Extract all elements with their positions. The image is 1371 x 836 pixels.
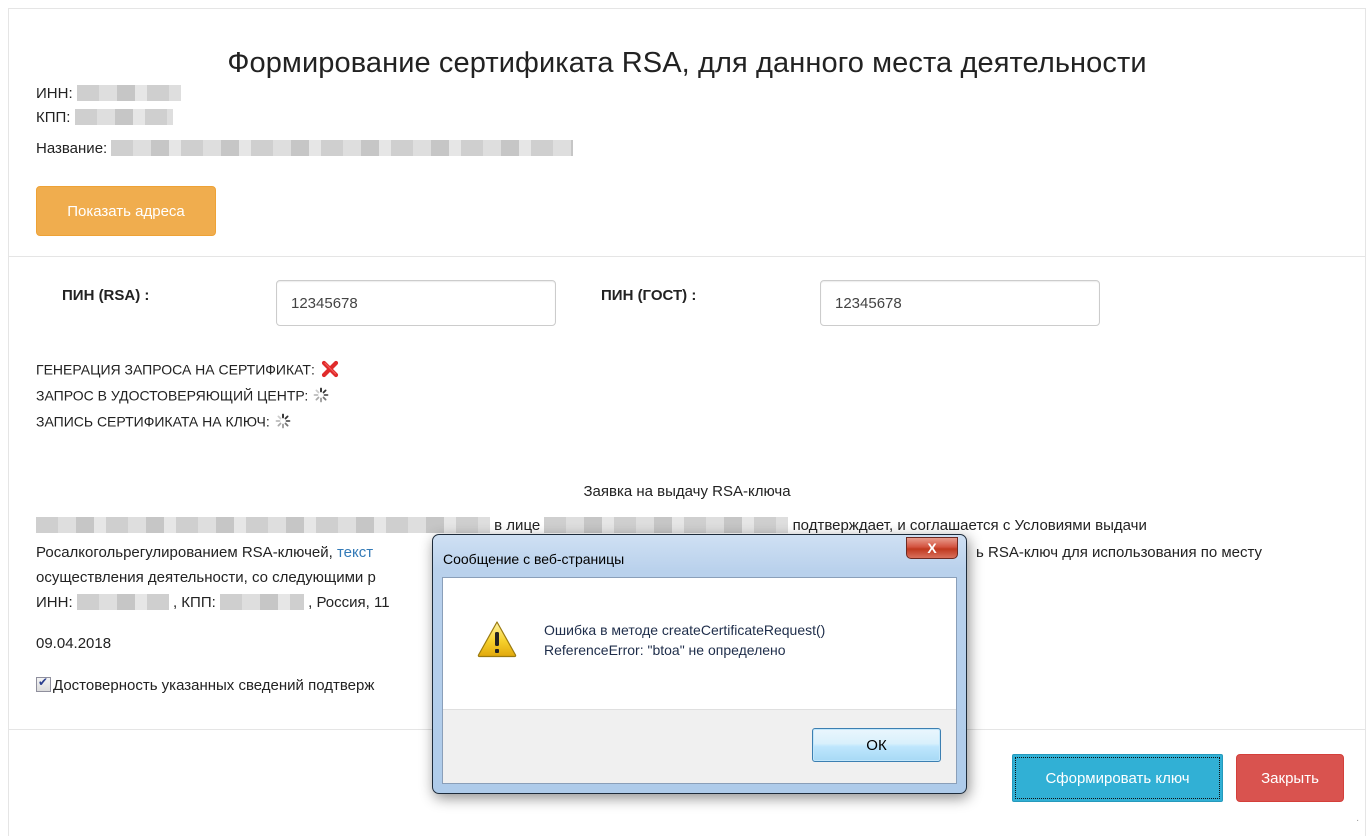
name-row: Название: <box>36 140 574 157</box>
dialog-footer: ОК <box>443 709 956 783</box>
redacted-person <box>544 517 789 533</box>
confirm-checkbox[interactable] <box>36 675 51 692</box>
page-title: Формирование сертификата RSA, для данног… <box>227 47 1147 79</box>
confirm-row: Достоверность указанных сведений подтвер… <box>36 675 375 694</box>
inn-label: ИНН: <box>36 85 73 102</box>
close-button[interactable]: Закрыть <box>1236 754 1344 802</box>
application-heading: Заявка на выдачу RSA-ключа <box>583 483 791 500</box>
loading-spinner-icon <box>275 413 291 429</box>
application-date: 09.04.2018 <box>36 635 112 652</box>
dialog-message-line-2: ReferenceError: "btoa" не определено <box>544 642 786 658</box>
application-line-4: ИНН: , КПП: , Россия, 11 <box>36 594 390 611</box>
error-icon <box>321 361 338 378</box>
warning-icon <box>477 621 517 658</box>
application-line-1: в лице подтверждает, и соглашается с Усл… <box>36 517 1147 534</box>
pin-gost-label: ПИН (ГОСТ) : <box>601 287 697 304</box>
application-inn-label: ИНН: <box>36 594 73 611</box>
kpp-label: КПП: <box>36 109 71 126</box>
application-agrees-text: подтверждает, и соглашается с Условиями … <box>792 517 1147 534</box>
pin-rsa-input[interactable]: 12345678 <box>276 280 556 326</box>
application-address: , Россия, 11 <box>308 594 390 611</box>
error-dialog: Сообщение с веб-страницы X Ошибка в мето… <box>432 534 967 794</box>
loading-spinner-icon <box>313 387 329 403</box>
status-request-label: ЗАПРОС В УДОСТОВЕРЯЮЩИЙ ЦЕНТР: <box>36 387 309 404</box>
redacted-kpp <box>74 109 173 125</box>
show-addresses-button[interactable]: Показать адреса <box>36 186 216 236</box>
status-request: ЗАПРОС В УДОСТОВЕРЯЮЩИЙ ЦЕНТР: <box>36 386 329 403</box>
close-icon: X <box>927 540 937 556</box>
redacted-organization <box>36 517 490 533</box>
application-regulator-text: Росалкогольрегулированием RSA-ключей, <box>36 544 333 561</box>
dialog-close-button[interactable]: X <box>906 537 958 559</box>
dialog-body: Ошибка в методе createCertificateRequest… <box>442 577 957 784</box>
generate-key-button[interactable]: Сформировать ключ <box>1012 754 1223 802</box>
terms-text-link[interactable]: текст <box>337 544 373 561</box>
status-generation: ГЕНЕРАЦИЯ ЗАПРОСА НА СЕРТИФИКАТ: <box>36 360 339 378</box>
dialog-ok-button[interactable]: ОК <box>812 728 941 762</box>
pin-rsa-label: ПИН (RSA) : <box>62 287 150 304</box>
kpp-row: КПП: <box>36 109 173 126</box>
application-line-2-end: ь RSA-ключ для использования по месту <box>976 544 1263 561</box>
dialog-message: Ошибка в методе createCertificateRequest… <box>544 620 825 660</box>
dialog-message-line-1: Ошибка в методе createCertificateRequest… <box>544 622 826 638</box>
redacted-name <box>111 140 574 156</box>
application-in-person: в лице <box>494 517 541 534</box>
status-write-label: ЗАПИСЬ СЕРТИФИКАТА НА КЛЮЧ: <box>36 413 270 430</box>
divider <box>9 256 1365 257</box>
dialog-title: Сообщение с веб-страницы <box>443 551 625 567</box>
application-line-3: осуществления деятельности, со следующим… <box>36 569 376 586</box>
pin-gost-input[interactable]: 12345678 <box>820 280 1100 326</box>
name-label: Название: <box>36 140 108 157</box>
status-generation-label: ГЕНЕРАЦИЯ ЗАПРОСА НА СЕРТИФИКАТ: <box>36 361 315 378</box>
resize-grip: . <box>1356 813 1359 824</box>
status-write: ЗАПИСЬ СЕРТИФИКАТА НА КЛЮЧ: <box>36 412 291 429</box>
redacted-kpp-value <box>219 594 304 610</box>
redacted-inn <box>76 85 181 101</box>
inn-row: ИНН: <box>36 85 181 102</box>
confirm-text: Достоверность указанных сведений подтвер… <box>53 677 375 694</box>
redacted-inn-value <box>76 594 169 610</box>
application-line-2: Росалкогольрегулированием RSA-ключей, те… <box>36 544 373 561</box>
application-kpp-label: , КПП: <box>172 594 216 611</box>
